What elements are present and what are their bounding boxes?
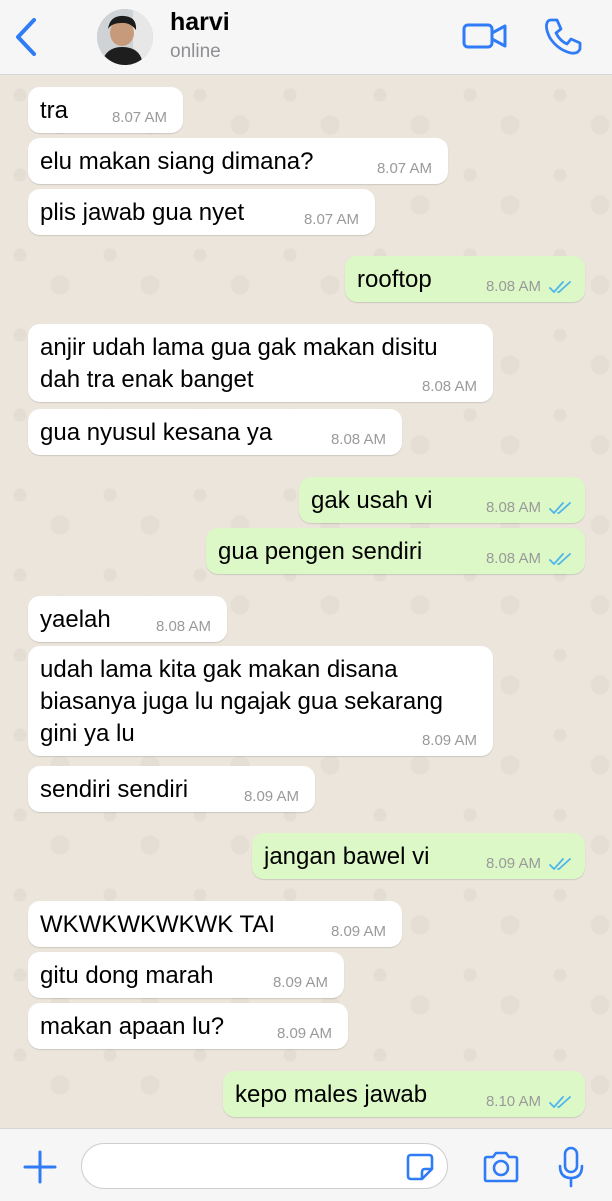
message-time: 8.09 AM bbox=[330, 923, 386, 940]
double-check-icon bbox=[549, 553, 571, 565]
message-text: WKWKWKWKWK TAI bbox=[40, 911, 276, 938]
message-text: makan apaan lu? bbox=[40, 1013, 225, 1040]
avatar[interactable] bbox=[97, 9, 153, 65]
message-time: 8.08 AM bbox=[330, 431, 386, 448]
message-bubble-outgoing[interactable]: jangan bawel vi 8.09 AM bbox=[252, 833, 585, 879]
contact-status: online bbox=[170, 41, 221, 62]
message-time: 8.09 AM bbox=[272, 974, 328, 991]
message-bubble-outgoing[interactable]: rooftop 8.08 AM bbox=[345, 256, 585, 302]
message-time: 8.09 AM bbox=[485, 855, 541, 872]
microphone-icon[interactable] bbox=[556, 1146, 586, 1188]
chat-header: harvi online bbox=[0, 0, 612, 75]
sticker-icon[interactable] bbox=[405, 1152, 435, 1182]
message-bubble-outgoing[interactable]: kepo males jawab 8.10 AM bbox=[223, 1071, 585, 1117]
message-text: tra bbox=[40, 97, 69, 124]
message-time: 8.09 AM bbox=[421, 732, 477, 749]
message-bubble-incoming[interactable]: anjir udah lama gua gak makan disitu dah… bbox=[28, 324, 493, 402]
message-time: 8.08 AM bbox=[485, 550, 541, 567]
message-bubble-outgoing[interactable]: gak usah vi 8.08 AM bbox=[299, 477, 585, 523]
message-bubble-incoming[interactable]: gitu dong marah 8.09 AM bbox=[28, 952, 344, 998]
message-time: 8.08 AM bbox=[421, 378, 477, 395]
chevron-left-icon[interactable] bbox=[10, 16, 44, 58]
message-time: 8.07 AM bbox=[376, 160, 432, 177]
message-text: kepo males jawab bbox=[235, 1081, 428, 1108]
message-bubble-outgoing[interactable]: gua pengen sendiri 8.08 AM bbox=[206, 528, 585, 574]
message-bubble-incoming[interactable]: gua nyusul kesana ya 8.08 AM bbox=[28, 409, 402, 455]
message-text: gak usah vi bbox=[311, 487, 433, 514]
message-time: 8.08 AM bbox=[485, 278, 541, 295]
message-time: 8.08 AM bbox=[485, 499, 541, 516]
message-bubble-incoming[interactable]: yaelah 8.08 AM bbox=[28, 596, 227, 642]
message-time: 8.10 AM bbox=[485, 1093, 541, 1110]
message-text: yaelah bbox=[40, 606, 111, 633]
message-bubble-incoming[interactable]: plis jawab gua nyet 8.07 AM bbox=[28, 189, 375, 235]
double-check-icon bbox=[549, 1096, 571, 1108]
message-bubble-incoming[interactable]: elu makan siang dimana? 8.07 AM bbox=[28, 138, 448, 184]
message-bubble-incoming[interactable]: makan apaan lu? 8.09 AM bbox=[28, 1003, 348, 1049]
message-time: 8.07 AM bbox=[111, 109, 167, 126]
message-text: jangan bawel vi bbox=[264, 843, 430, 870]
phone-icon[interactable] bbox=[543, 16, 583, 56]
contact-name[interactable]: harvi bbox=[170, 8, 230, 37]
message-bubble-incoming[interactable]: udah lama kita gak makan disana biasanya… bbox=[28, 646, 493, 756]
composer-bar bbox=[0, 1128, 612, 1201]
message-time: 8.09 AM bbox=[243, 788, 299, 805]
camera-icon[interactable] bbox=[481, 1149, 521, 1185]
message-text: sendiri sendiri bbox=[40, 776, 189, 803]
message-list[interactable]: tra 8.07 AM elu makan siang dimana? 8.07… bbox=[0, 75, 612, 1128]
message-bubble-incoming[interactable]: tra 8.07 AM bbox=[28, 87, 183, 133]
double-check-icon bbox=[549, 502, 571, 514]
message-time: 8.07 AM bbox=[303, 211, 359, 228]
message-text: elu makan siang dimana? bbox=[40, 148, 314, 175]
message-text: gitu dong marah bbox=[40, 962, 214, 989]
message-time: 8.08 AM bbox=[155, 618, 211, 635]
plus-icon[interactable] bbox=[22, 1149, 58, 1185]
message-text: udah lama kita gak makan disana biasanya… bbox=[40, 656, 443, 747]
message-input[interactable] bbox=[81, 1143, 448, 1189]
video-camera-icon[interactable] bbox=[461, 18, 509, 54]
message-text: gua nyusul kesana ya bbox=[40, 419, 273, 446]
message-text: rooftop bbox=[357, 266, 432, 293]
message-text: gua pengen sendiri bbox=[218, 538, 423, 565]
double-check-icon bbox=[549, 281, 571, 293]
message-text: anjir udah lama gua gak makan disitu dah… bbox=[40, 334, 438, 393]
message-text: plis jawab gua nyet bbox=[40, 199, 245, 226]
message-time: 8.09 AM bbox=[276, 1025, 332, 1042]
message-bubble-incoming[interactable]: sendiri sendiri 8.09 AM bbox=[28, 766, 315, 812]
double-check-icon bbox=[549, 858, 571, 870]
message-bubble-incoming[interactable]: WKWKWKWKWK TAI 8.09 AM bbox=[28, 901, 402, 947]
